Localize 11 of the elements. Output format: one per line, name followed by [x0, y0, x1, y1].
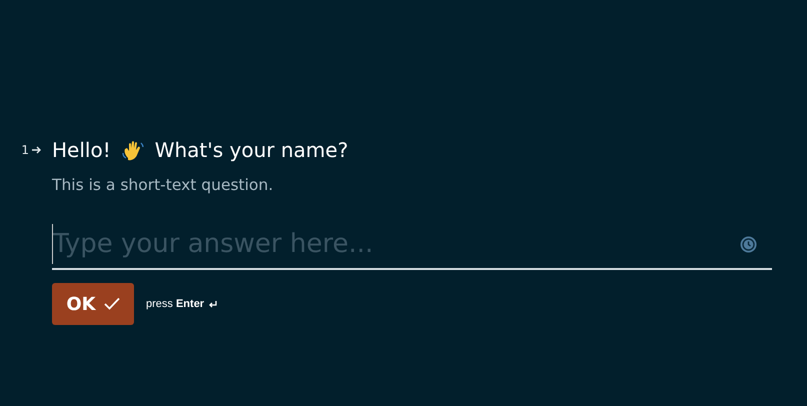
answer-field[interactable]: Type your answer here...	[52, 220, 772, 270]
question-title: What's your name?	[154, 138, 348, 162]
question-title: Hello!	[52, 138, 111, 162]
return-key-icon	[208, 300, 218, 308]
check-icon	[104, 297, 120, 311]
keyboard-hint: press Enter	[146, 298, 204, 310]
ok-button[interactable]: OK	[52, 283, 134, 325]
question-number: 1	[21, 143, 29, 157]
question-description: This is a short-text question.	[52, 176, 274, 194]
clock-icon	[740, 236, 757, 252]
arrow-icon	[32, 146, 42, 154]
